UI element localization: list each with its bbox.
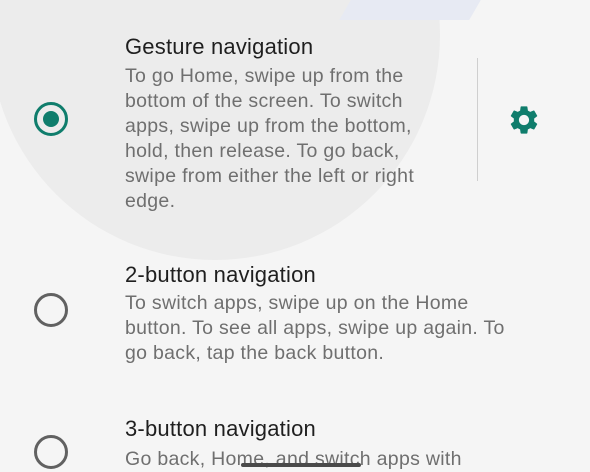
option-gesture-navigation[interactable]: Gesture navigation To go Home, swipe up … — [0, 0, 590, 215]
description-line: edge. — [125, 190, 176, 212]
option-title: 2-button navigation — [125, 262, 316, 287]
description-line: To switch apps, swipe up on the Home — [125, 292, 469, 314]
option-title: 3-button navigation — [125, 416, 316, 441]
radio-unchecked-icon[interactable] — [34, 435, 68, 469]
description-line: Go back, Home, and switch apps with — [125, 448, 462, 470]
gesture-handle[interactable] — [241, 463, 361, 467]
option-description: To go Home, swipe up from the bottom of … — [125, 64, 414, 214]
option-2-button-navigation[interactable]: 2-button navigation To switch apps, swip… — [0, 230, 590, 380]
option-description: Go back, Home, and switch apps with — [125, 447, 462, 472]
option-description: To switch apps, swipe up on the Home but… — [125, 291, 505, 366]
description-line: button. To see all apps, swipe up again.… — [125, 317, 505, 339]
radio-checked-icon[interactable] — [34, 102, 68, 136]
option-3-button-navigation[interactable]: 3-button navigation Go back, Home, and s… — [0, 390, 590, 472]
description-line: apps, swipe up from the bottom, — [125, 115, 412, 137]
description-line: go back, tap the back button. — [125, 342, 385, 364]
description-line: hold, then release. To go back, — [125, 140, 400, 162]
option-title: Gesture navigation — [125, 34, 314, 59]
vertical-divider — [477, 58, 478, 181]
description-line: bottom of the screen. To switch — [125, 90, 403, 112]
description-line: To go Home, swipe up from the — [125, 65, 404, 87]
radio-unchecked-icon[interactable] — [34, 293, 68, 327]
radio-dot — [43, 111, 59, 127]
description-line: swipe from either the left or right — [125, 165, 415, 187]
gear-icon[interactable] — [506, 102, 542, 138]
